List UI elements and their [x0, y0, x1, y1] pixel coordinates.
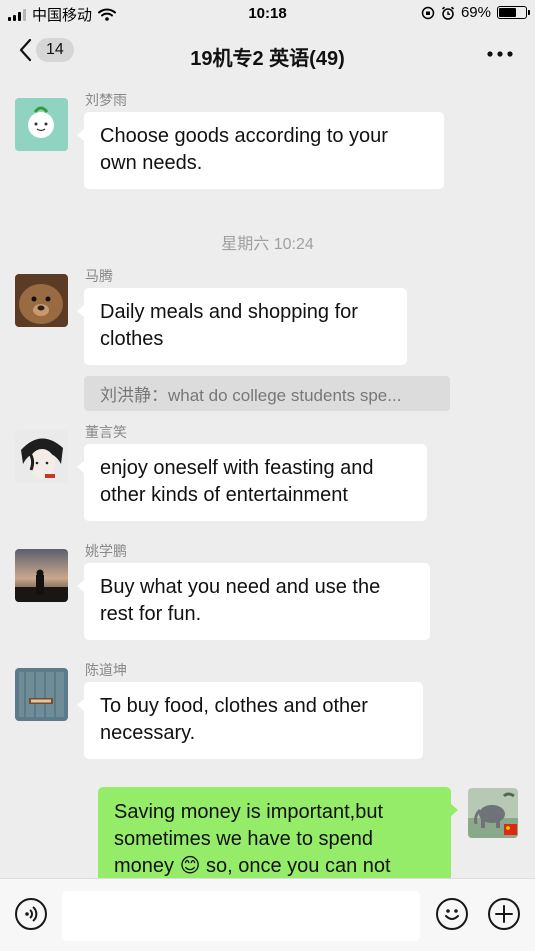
avatar[interactable]	[15, 430, 68, 483]
plus-icon	[495, 905, 513, 923]
battery-percent: 69%	[460, 4, 491, 21]
chat-message-list[interactable]: 刘梦雨 Choose goods according to your own n…	[0, 82, 535, 878]
avatar-image	[15, 430, 68, 483]
voice-icon	[25, 906, 38, 922]
message-bubble[interactable]: To buy food, clothes and other necessary…	[77, 682, 423, 759]
add-more-button[interactable]	[488, 898, 520, 930]
message-input[interactable]	[62, 891, 420, 941]
avatar-image	[15, 98, 68, 151]
avatar[interactable]	[15, 274, 68, 327]
sender-name: 姚学鹏	[85, 543, 127, 559]
input-bar	[0, 878, 535, 951]
own-message-line: sometimes we have to spend	[114, 828, 374, 850]
message-bubble[interactable]: Daily meals and shopping for clothes	[77, 288, 407, 365]
status-right: 69%	[421, 4, 530, 21]
avatar[interactable]	[15, 98, 68, 151]
own-message-text: so, once you can not	[206, 855, 391, 877]
emoji-button[interactable]	[436, 898, 468, 930]
smile-emoji: 😊	[179, 855, 201, 877]
more-options-button[interactable]	[487, 44, 513, 62]
status-bar: 中国移动 10:18 69%	[0, 0, 535, 28]
time-divider: 星期六 10:24	[221, 236, 314, 253]
orientation-lock-icon	[421, 6, 435, 19]
message-bubble[interactable]: Buy what you need and use the rest for f…	[77, 563, 430, 640]
avatar-image	[15, 549, 68, 602]
sender-name: 陈道坤	[85, 662, 127, 678]
own-message-line: Saving money is important,but	[114, 801, 384, 823]
battery-icon	[497, 6, 530, 19]
avatar-image	[15, 668, 68, 721]
alarm-icon	[441, 6, 455, 20]
own-message-text: money	[114, 855, 175, 877]
more-icon	[487, 51, 513, 57]
own-message-bubble[interactable]: Saving money is important,but sometimes …	[98, 787, 458, 878]
chat-header: 14 19机专2 英语(49)	[0, 28, 535, 80]
avatar-image	[15, 274, 68, 327]
quoted-reply[interactable]: 刘洪静：what do college students spe...	[84, 376, 450, 411]
chat-title: 19机专2 英语(49)	[190, 48, 345, 70]
message-bubble[interactable]: Choose goods according to your own needs…	[77, 112, 444, 189]
voice-button[interactable]	[15, 898, 47, 930]
sender-name: 董言笑	[85, 424, 127, 440]
sender-name: 马腾	[85, 268, 113, 284]
own-avatar[interactable]	[468, 788, 518, 838]
avatar[interactable]	[15, 549, 68, 602]
avatar[interactable]	[15, 668, 68, 721]
emoji-icon	[445, 909, 459, 920]
avatar-image	[468, 788, 518, 838]
sender-name: 刘梦雨	[85, 92, 127, 108]
message-bubble[interactable]: enjoy oneself with feasting and other ki…	[77, 444, 427, 521]
own-message-line: money 😊 so, once you can not	[114, 853, 435, 878]
